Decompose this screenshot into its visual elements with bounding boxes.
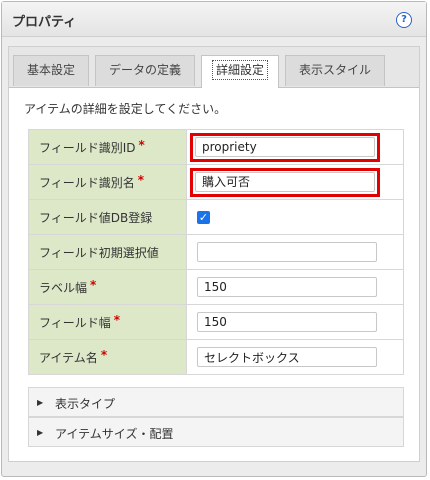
- required-mark: *: [100, 347, 108, 362]
- required-mark: *: [90, 277, 97, 292]
- label-text: アイテム名: [39, 350, 98, 365]
- label-width-cell: [186, 269, 404, 305]
- db-register-checkbox[interactable]: ✓: [197, 211, 210, 224]
- field-id-input[interactable]: [195, 136, 375, 157]
- row-field-name: フィールド識別名 *: [28, 164, 404, 200]
- field-width-input[interactable]: [197, 312, 377, 332]
- row-db-register: フィールド値DB登録 ✓: [28, 199, 404, 235]
- label-text: ラベル幅: [39, 280, 88, 295]
- required-mark: *: [137, 172, 145, 187]
- tab-label: 表示スタイル: [298, 63, 371, 77]
- expand-arrow-icon: ▶: [37, 398, 44, 407]
- settings-form: フィールド識別ID* フィールド識別名* フィールド値DB登録 ✓ フィールド初…: [28, 129, 404, 375]
- row-field-width: フィールド幅 *: [28, 304, 404, 340]
- properties-panel: プロパティ ? 基本設定 データの定義 詳細設定 表示スタイル アイテムの詳細を…: [1, 1, 427, 477]
- section-title: 表示タイプ: [55, 397, 116, 411]
- panel-header: プロパティ ?: [2, 2, 426, 37]
- label-width-input[interactable]: [197, 277, 377, 297]
- required-mark: *: [138, 137, 145, 152]
- tab-label: 基本設定: [26, 63, 75, 77]
- expand-arrow-icon: ▶: [37, 428, 44, 437]
- required-mark: *: [113, 312, 121, 327]
- label-text: フィールド値DB登録: [39, 210, 153, 225]
- row-initial-value: フィールド初期選択値: [28, 234, 404, 270]
- label-width-label: ラベル幅 *: [28, 269, 187, 305]
- section-title: アイテムサイズ・配置: [55, 427, 174, 441]
- description-text: アイテムの詳細を設定してください。: [24, 102, 227, 116]
- label-text: フィールド初期選択値: [39, 245, 159, 260]
- db-register-cell: ✓: [186, 199, 404, 235]
- field-id-label: フィールド識別ID *: [28, 129, 187, 165]
- initial-value-cell: [186, 234, 404, 270]
- tab-data-definition[interactable]: データの定義: [95, 55, 195, 86]
- tab-basic-settings[interactable]: 基本設定: [13, 55, 89, 86]
- highlight-box: [190, 132, 380, 162]
- section-display-type[interactable]: ▶ 表示タイプ: [28, 387, 404, 417]
- tab-bar: 基本設定 データの定義 詳細設定 表示スタイル: [9, 47, 419, 88]
- label-text: フィールド幅: [39, 315, 111, 330]
- label-text: フィールド識別名: [39, 175, 135, 190]
- field-name-cell: [186, 164, 404, 200]
- tab-label: データの定義: [108, 63, 181, 77]
- field-id-cell: [186, 129, 404, 165]
- initial-value-input[interactable]: [197, 242, 377, 262]
- row-field-id: フィールド識別ID *: [28, 129, 404, 165]
- item-name-cell: [186, 339, 404, 375]
- tab-label: 詳細設定: [211, 60, 268, 80]
- highlight-box: [190, 167, 380, 197]
- section-item-size-layout[interactable]: ▶ アイテムサイズ・配置: [28, 417, 404, 447]
- panel-title: プロパティ: [12, 15, 77, 30]
- field-name-input[interactable]: [195, 171, 375, 192]
- item-name-input[interactable]: [197, 347, 377, 367]
- row-item-name: アイテム名 *: [28, 339, 404, 375]
- field-width-cell: [186, 304, 404, 340]
- label-text: フィールド識別ID: [39, 140, 136, 155]
- field-name-label: フィールド識別名 *: [28, 164, 187, 200]
- item-name-label: アイテム名 *: [28, 339, 187, 375]
- row-label-width: ラベル幅 *: [28, 269, 404, 305]
- tab-display-style[interactable]: 表示スタイル: [285, 55, 385, 86]
- initial-value-label: フィールド初期選択値: [28, 234, 187, 270]
- db-register-label: フィールド値DB登録: [28, 199, 187, 235]
- help-icon[interactable]: ?: [396, 12, 412, 28]
- field-width-label: フィールド幅 *: [28, 304, 187, 340]
- panel-content: 基本設定 データの定義 詳細設定 表示スタイル アイテムの詳細を設定してください…: [8, 46, 420, 462]
- tab-advanced-settings[interactable]: 詳細設定: [201, 55, 279, 88]
